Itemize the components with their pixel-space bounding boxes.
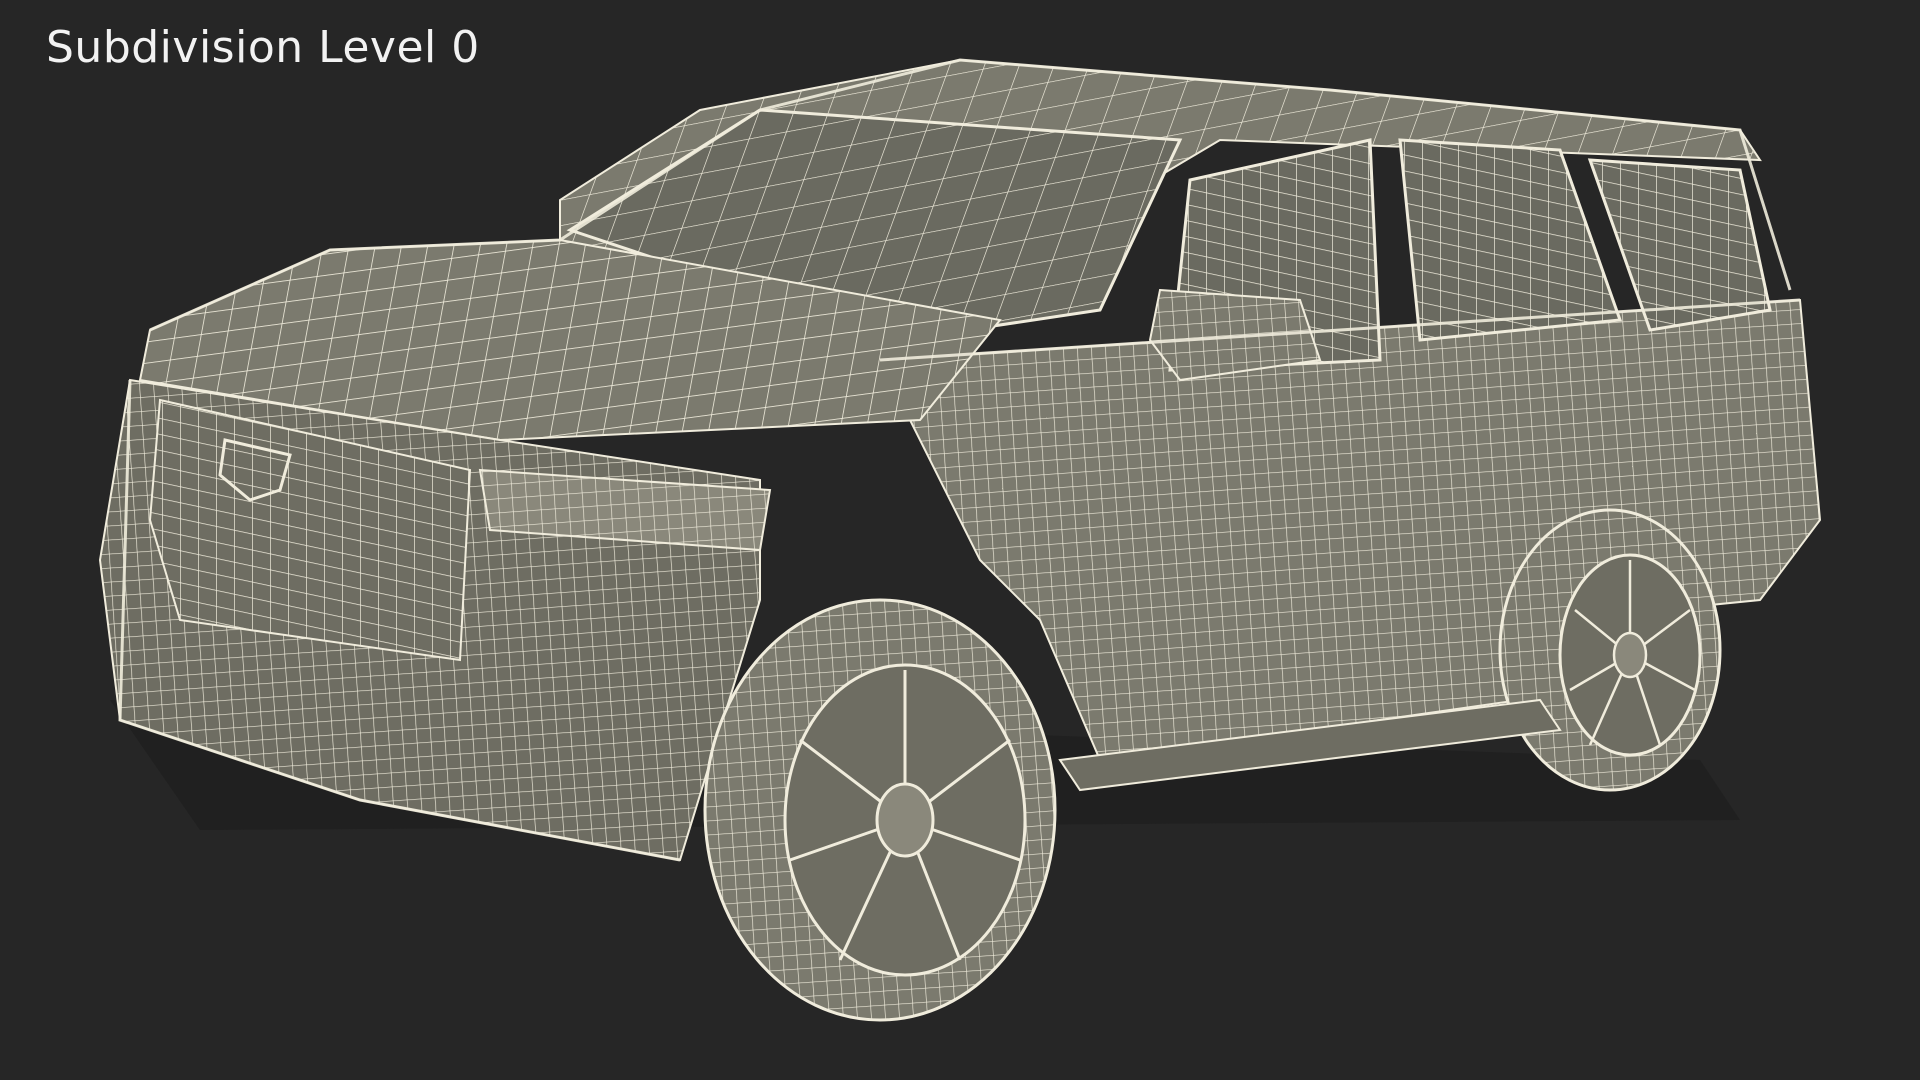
front-wheel: [703, 598, 1057, 1022]
rear-wheel: [1498, 508, 1722, 792]
car-wireframe-render: [98, 58, 1822, 1022]
viewport-canvas[interactable]: Subdivision Level 0: [0, 0, 1920, 1080]
